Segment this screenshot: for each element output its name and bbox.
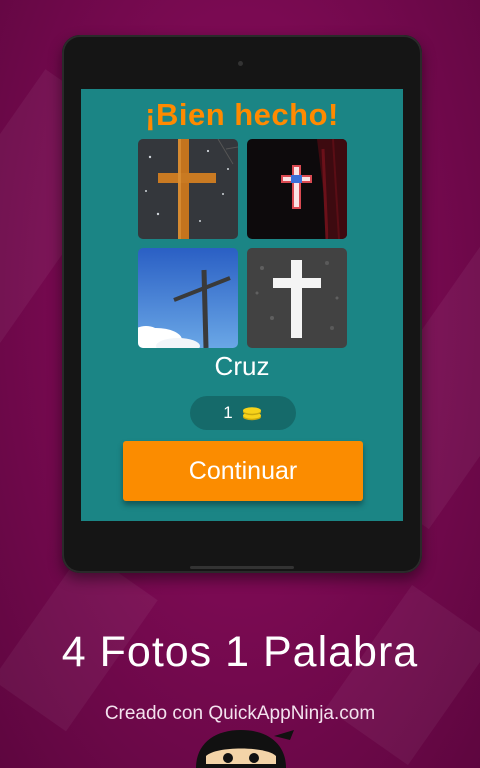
app-title: 4 Fotos 1 Palabra	[61, 628, 419, 676]
credit-text: Creado con QuickAppNinja.com	[104, 703, 376, 724]
photo-lit-cross	[247, 139, 347, 239]
tablet-frame: ¡Bien hecho! Cruz 1 Continuar	[62, 35, 422, 573]
success-title: ¡Bien hecho!	[145, 97, 339, 132]
white-cross-image	[247, 248, 347, 348]
reward-badge: 1	[190, 396, 296, 430]
tablet-home-indicator	[190, 566, 294, 569]
answer-word: Cruz	[214, 351, 270, 381]
photo-sky-cross	[138, 248, 238, 348]
wooden-cross-image	[138, 139, 238, 239]
neon-cross-image	[247, 139, 347, 239]
reward-count: 1	[223, 403, 233, 422]
sky-cross-image	[138, 248, 238, 348]
ninja-mascot-icon	[196, 730, 294, 768]
photo-white-cross	[247, 248, 347, 348]
continue-button[interactable]: Continuar	[123, 441, 363, 501]
photo-wooden-cross	[138, 139, 238, 239]
tablet-camera	[238, 61, 243, 66]
game-screen: ¡Bien hecho! Cruz 1 Continuar	[81, 89, 403, 521]
coins-icon	[242, 407, 261, 421]
